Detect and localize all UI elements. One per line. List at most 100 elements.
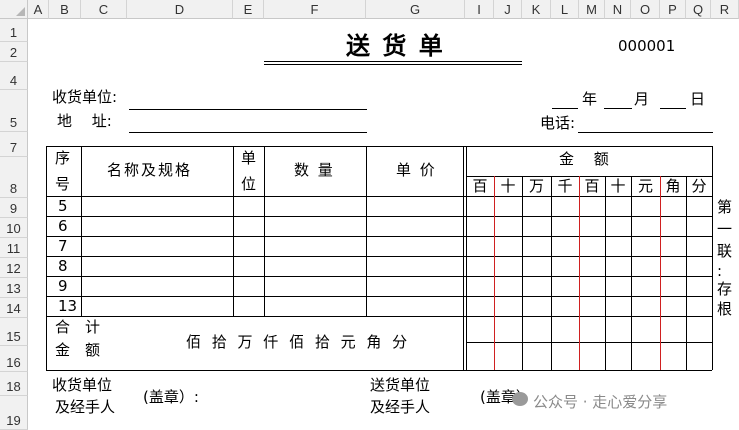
address-field[interactable] [129, 132, 367, 133]
digit-rule-7 [686, 176, 687, 370]
table-border-right [712, 146, 713, 370]
phone-field[interactable] [578, 132, 713, 133]
digit-red-rule-6 [660, 176, 661, 370]
row-header-8[interactable]: 8 [0, 157, 28, 198]
digit-header-0: 百 [472, 177, 488, 195]
page-title: 送 货 单 [346, 32, 445, 60]
seq-value-3: 8 [58, 257, 68, 275]
column-header-E[interactable]: E [233, 0, 264, 19]
digit-rule-2 [551, 176, 552, 370]
total-units-text: 佰 拾 万 仟 佰 拾 元 角 分 [186, 333, 411, 351]
receiver-field[interactable] [129, 109, 367, 110]
unit-header-bottom: 位 [241, 175, 257, 193]
copy-note-char-2: 联 [717, 242, 733, 260]
total-amount-rule [466, 342, 712, 343]
column-header-P[interactable]: P [660, 0, 686, 19]
select-all-corner[interactable] [0, 0, 28, 19]
unit-price-header: 单 价 [396, 161, 437, 179]
unit-header-top: 单 [241, 149, 257, 167]
seq-value-4: 9 [58, 277, 68, 295]
digit-red-rule-3 [579, 176, 580, 370]
column-header-C[interactable]: C [81, 0, 127, 19]
wechat-icon [512, 392, 528, 406]
column-header-M[interactable]: M [579, 0, 605, 19]
row-header-14[interactable]: 14 [0, 298, 28, 318]
column-header-D[interactable]: D [127, 0, 233, 19]
col-rule-1 [233, 146, 234, 316]
column-header-R[interactable]: R [711, 0, 739, 19]
seq-value-1: 6 [58, 217, 68, 235]
row-header-12[interactable]: 12 [0, 258, 28, 278]
amount-block-rule-1 [463, 146, 464, 370]
digit-header-4: 百 [584, 177, 600, 195]
digit-header-8: 分 [691, 177, 707, 195]
quantity-header: 数 量 [294, 161, 335, 179]
row-header-15[interactable]: 15 [0, 318, 28, 346]
digit-header-5: 十 [610, 177, 626, 195]
day-label: 日 [690, 90, 706, 108]
year-label: 年 [582, 90, 598, 108]
column-header-I[interactable]: I [465, 0, 494, 19]
digit-header-2: 万 [528, 177, 544, 195]
sender-sign-top: 送货单位 [370, 376, 431, 394]
table-border-left [46, 146, 47, 370]
row-header-1[interactable]: 1 [0, 19, 28, 42]
column-header-N[interactable]: N [605, 0, 631, 19]
seq-value-2: 7 [58, 237, 68, 255]
copy-note-char-5: 根 [717, 300, 733, 318]
row-header-10[interactable]: 10 [0, 218, 28, 238]
receiver-sign-bottom: 及经手人 [55, 398, 116, 416]
row-header-4[interactable]: 4 [0, 62, 28, 90]
month-field[interactable] [604, 108, 632, 109]
table-border-bottom [46, 370, 712, 371]
row-header-2[interactable]: 2 [0, 42, 28, 62]
column-header-J[interactable]: J [494, 0, 522, 19]
document-number: 000001 [618, 37, 676, 55]
title-underline [264, 61, 522, 62]
row-rule-1 [46, 216, 712, 217]
year-field[interactable] [552, 108, 578, 109]
row-header-11[interactable]: 11 [0, 238, 28, 258]
row-header-7[interactable]: 7 [0, 132, 28, 157]
row-rule-6 [46, 316, 712, 317]
month-label: 月 [634, 90, 650, 108]
column-header-L[interactable]: L [551, 0, 579, 19]
copy-note-char-4: 存 [717, 280, 733, 298]
row-header-19[interactable]: 19 [0, 396, 28, 430]
seq-header-bottom: 号 [55, 175, 71, 193]
row-rule-4 [46, 276, 712, 277]
receiver-label: 收货单位: [52, 88, 118, 106]
amount-header: 金 额 [559, 150, 609, 168]
digit-rule-1 [522, 176, 523, 370]
digit-rule-5 [631, 176, 632, 370]
seq-value-5: 13 [58, 297, 78, 315]
total-label-bottom: 金 额 [55, 341, 101, 359]
row-header-5[interactable]: 5 [0, 90, 28, 132]
day-field[interactable] [660, 108, 686, 109]
row-header-18[interactable]: 18 [0, 372, 28, 396]
column-header-O[interactable]: O [631, 0, 660, 19]
row-rule-0 [46, 196, 712, 197]
digit-rule-4 [605, 176, 606, 370]
digit-header-1: 十 [500, 177, 516, 195]
row-header-9[interactable]: 9 [0, 198, 28, 218]
row-rule-2 [46, 236, 712, 237]
column-header-F[interactable]: F [264, 0, 366, 19]
row-header-16[interactable]: 16 [0, 346, 28, 372]
total-label-top: 合 计 [55, 318, 101, 336]
sender-sign-bottom: 及经手人 [370, 398, 431, 416]
seq-header-top: 序 [55, 149, 71, 167]
copy-note-char-3: : [717, 262, 723, 280]
column-header-B[interactable]: B [49, 0, 81, 19]
column-header-K[interactable]: K [522, 0, 551, 19]
column-header-G[interactable]: G [366, 0, 465, 19]
title-underline-2 [264, 64, 522, 65]
receiver-sign-top: 收货单位 [52, 376, 113, 394]
row-header-13[interactable]: 13 [0, 278, 28, 298]
row-rule-3 [46, 256, 712, 257]
name-spec-header: 名称及规格 [107, 161, 193, 179]
col-rule-2 [264, 146, 265, 316]
column-header-A[interactable]: A [28, 0, 49, 19]
column-header-Q[interactable]: Q [686, 0, 711, 19]
seq-value-0: 5 [58, 197, 68, 215]
